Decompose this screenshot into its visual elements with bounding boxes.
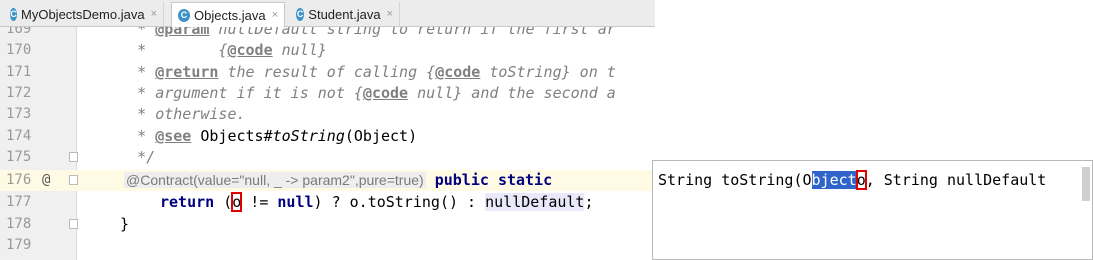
- code-text: return (o != null) ? o.toString() : null…: [160, 192, 594, 212]
- override-marker-icon[interactable]: @: [42, 170, 50, 191]
- code-line: 171 * @return the result of calling {@co…: [0, 62, 655, 83]
- code-line: 174 * @see Objects#toString(Object): [0, 126, 655, 147]
- empty-area: [655, 0, 1093, 160]
- line-number: 169: [6, 27, 32, 37]
- code-text: * @see Objects#toString(Object): [92, 127, 418, 145]
- line-number: 170: [6, 42, 32, 58]
- code-line: 179: [0, 235, 655, 256]
- close-icon[interactable]: ×: [387, 8, 393, 20]
- line-number: 179: [6, 237, 32, 253]
- code-line-current: 176 @ @Contract(value="null, _ -> param2…: [0, 170, 655, 191]
- line-number: 174: [6, 128, 32, 144]
- method-signature: String toString(Objecto, String nullDefa…: [658, 170, 1047, 190]
- code-line: 169 * @param nullDefault string to retur…: [0, 27, 655, 40]
- tab-myobjectsdemo[interactable]: C MyObjectsDemo.java ×: [4, 2, 164, 26]
- line-number: 173: [6, 106, 32, 122]
- class-icon: C: [10, 7, 18, 21]
- code-line: 178 }: [0, 214, 655, 235]
- line-number: 178: [6, 216, 32, 232]
- code-editor[interactable]: 169 * @param nullDefault string to retur…: [0, 27, 655, 260]
- line-number: 176: [6, 172, 32, 188]
- code-text: @Contract(value="null, _ -> param2",pure…: [124, 171, 553, 189]
- fold-icon[interactable]: [69, 175, 78, 185]
- code-line: 170 * {@code null}: [0, 40, 655, 61]
- close-icon[interactable]: ×: [272, 9, 278, 21]
- code-text: */: [92, 148, 156, 166]
- code-line: 173 * otherwise.: [0, 104, 655, 125]
- tab-label: MyObjectsDemo.java: [21, 6, 145, 22]
- code-text: * {@code null}: [92, 41, 327, 59]
- parameter-info-popup: String toString(Objecto, String nullDefa…: [652, 160, 1093, 260]
- line-number: 177: [6, 194, 32, 210]
- class-icon: C: [178, 8, 191, 22]
- code-text: * @param nullDefault string to return if…: [92, 27, 616, 38]
- code-text: * otherwise.: [92, 105, 246, 123]
- code-line: 177 return (o != null) ? o.toString() : …: [0, 192, 655, 213]
- code-text: }: [120, 215, 130, 233]
- fold-icon[interactable]: [69, 152, 78, 162]
- highlighted-variable: o: [231, 192, 243, 212]
- code-text: * @return the result of calling {@code t…: [92, 63, 616, 81]
- tab-label: Objects.java: [194, 7, 266, 23]
- contract-annotation[interactable]: @Contract(value="null, _ -> param2",pure…: [124, 172, 426, 188]
- tab-student[interactable]: C Student.java ×: [290, 2, 400, 26]
- highlighted-parameter: o: [855, 170, 867, 190]
- class-icon: C: [296, 7, 305, 21]
- code-line: 172 * argument if it is not {@code null}…: [0, 83, 655, 104]
- tab-label: Student.java: [308, 6, 381, 22]
- fold-icon[interactable]: [69, 219, 78, 229]
- close-icon[interactable]: ×: [151, 8, 157, 20]
- code-line: 175 */: [0, 147, 655, 168]
- line-number: 172: [6, 85, 32, 101]
- scrollbar[interactable]: [1082, 167, 1090, 201]
- code-text: * argument if it is not {@code null} and…: [92, 84, 616, 102]
- tab-objects[interactable]: C Objects.java ×: [171, 2, 285, 27]
- line-number: 175: [6, 149, 32, 165]
- editor-tab-bar: C MyObjectsDemo.java × C Objects.java × …: [0, 0, 655, 27]
- line-number: 171: [6, 64, 32, 80]
